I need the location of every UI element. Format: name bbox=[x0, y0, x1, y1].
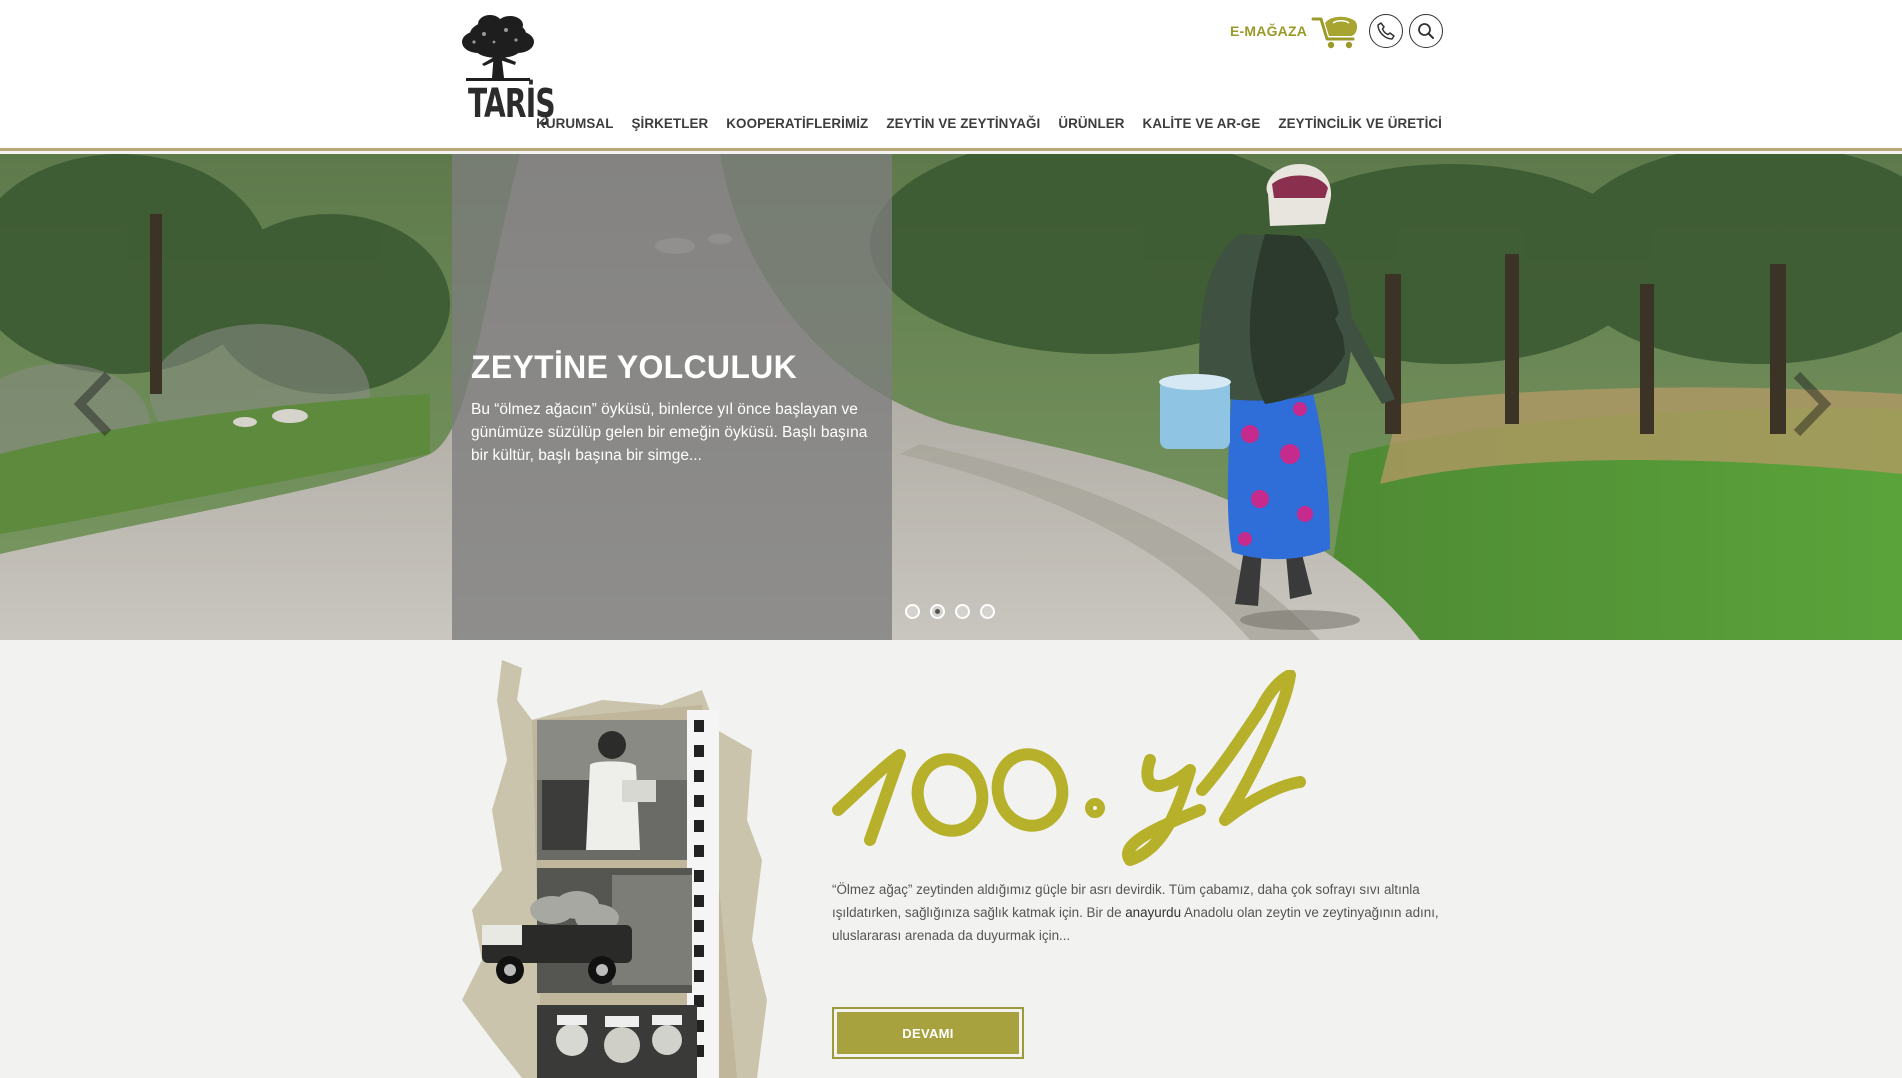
slide-caption-panel: ZEYTİNE YOLCULUK Bu “ölmez ağacın” öyküs… bbox=[452, 154, 892, 640]
slider-dot-3[interactable] bbox=[955, 604, 970, 619]
chevron-right-icon bbox=[1793, 371, 1832, 437]
olive-tree-logo-icon bbox=[462, 15, 534, 81]
nav-item-kooperatiflerimiz[interactable]: KOOPERATİFLERİMİZ bbox=[717, 116, 877, 131]
cart-icon bbox=[1311, 16, 1358, 49]
phone-icon bbox=[1377, 22, 1395, 40]
historical-photo-collage bbox=[462, 660, 767, 1078]
devami-button[interactable]: DEVAMI bbox=[832, 1007, 1024, 1059]
centennial-section: “Ölmez ağaç” zeytinden aldığımız güçle b… bbox=[0, 640, 1902, 1078]
emagaza-link[interactable]: E-MAĞAZA bbox=[1230, 11, 1363, 51]
phone-button[interactable] bbox=[1369, 14, 1404, 48]
hero-slide-image bbox=[0, 154, 1902, 640]
nav-item-sirketler[interactable]: ŞİRKETLER bbox=[622, 116, 717, 131]
slide-title: ZEYTİNE YOLCULUK bbox=[471, 349, 798, 385]
slider-dot-1[interactable] bbox=[905, 604, 920, 619]
centennial-description: “Ölmez ağaç” zeytinden aldığımız güçle b… bbox=[832, 882, 1439, 943]
nav-item-urunler[interactable]: ÜRÜNLER bbox=[1049, 116, 1133, 131]
nav-item-zeytincilik-ve-uretici[interactable]: ZEYTİNCİLİK VE ÜRETİCİ bbox=[1269, 116, 1442, 131]
devami-button-label: DEVAMI bbox=[837, 1012, 1019, 1054]
hero-slider: ZEYTİNE YOLCULUK Bu “ölmez ağacın” öyküs… bbox=[0, 154, 1902, 640]
nav-item-kalite-ve-ar-ge[interactable]: KALİTE VE AR-GE bbox=[1134, 116, 1270, 131]
search-button[interactable] bbox=[1409, 14, 1444, 48]
slider-pagination bbox=[905, 604, 995, 619]
chevron-left-icon bbox=[73, 371, 112, 437]
centennial-script-heading bbox=[832, 670, 1306, 866]
nav-item-kurumsal[interactable]: KURUMSAL bbox=[527, 116, 622, 131]
main-nav: KURUMSAL ŞİRKETLER KOOPERATİFLERİMİZ ZEY… bbox=[527, 116, 1442, 131]
search-icon bbox=[1418, 23, 1435, 39]
slider-dot-2[interactable] bbox=[930, 604, 945, 619]
header-tools: E-MAĞAZA bbox=[1230, 10, 1444, 52]
slide-description: Bu “ölmez ağacın” öyküsü, binlerce yıl ö… bbox=[471, 401, 868, 464]
slider-prev-button[interactable] bbox=[70, 369, 120, 439]
anayurdu-highlight: anayurdu bbox=[1125, 905, 1182, 920]
emagaza-label: E-MAĞAZA bbox=[1230, 23, 1308, 39]
taris-logo[interactable]: TARİŞ bbox=[460, 12, 556, 138]
nav-item-zeytin-ve-zeytinyagi[interactable]: ZEYTİN VE ZEYTİNYAĞI bbox=[877, 116, 1049, 131]
slider-next-button[interactable] bbox=[1785, 369, 1835, 439]
slider-dot-4[interactable] bbox=[980, 604, 995, 619]
site-header: TARİŞ E-MAĞAZA KURUMSAL ŞİRKETLER KOOPER… bbox=[0, 0, 1902, 151]
